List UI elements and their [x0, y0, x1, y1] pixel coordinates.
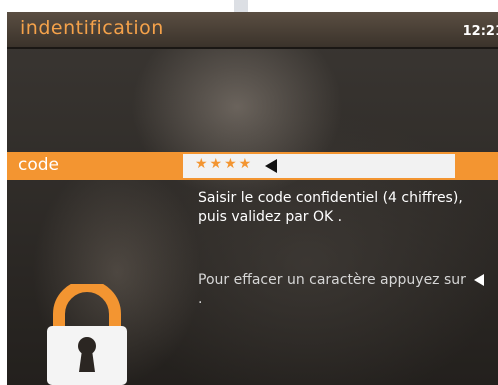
code-input[interactable]: ★★★★ [183, 154, 455, 178]
erase-instructions: Pour effacer un caractère appuyez sur . [198, 271, 488, 309]
code-row[interactable]: code ★★★★ [7, 152, 498, 180]
left-arrow-icon [265, 159, 277, 173]
instructions-text: Saisir le code confidentiel (4 chiffres)… [198, 190, 463, 225]
code-masked-value: ★★★★ [195, 156, 254, 172]
left-arrow-icon [474, 274, 485, 286]
padlock-icon [47, 284, 127, 385]
code-label: code [18, 155, 59, 175]
erase-instructions-suffix: . [198, 291, 203, 307]
top-strip [0, 0, 498, 12]
erase-instructions-text: Pour effacer un caractère appuyez sur [198, 272, 466, 288]
clock: 12:21 [462, 24, 498, 39]
title-bar: indentification 12:21 [7, 12, 498, 49]
tv-screen: indentification 12:21 code ★★★★ Saisir l… [7, 12, 498, 385]
top-strip-marker [234, 0, 248, 12]
page-title: indentification [20, 17, 164, 39]
